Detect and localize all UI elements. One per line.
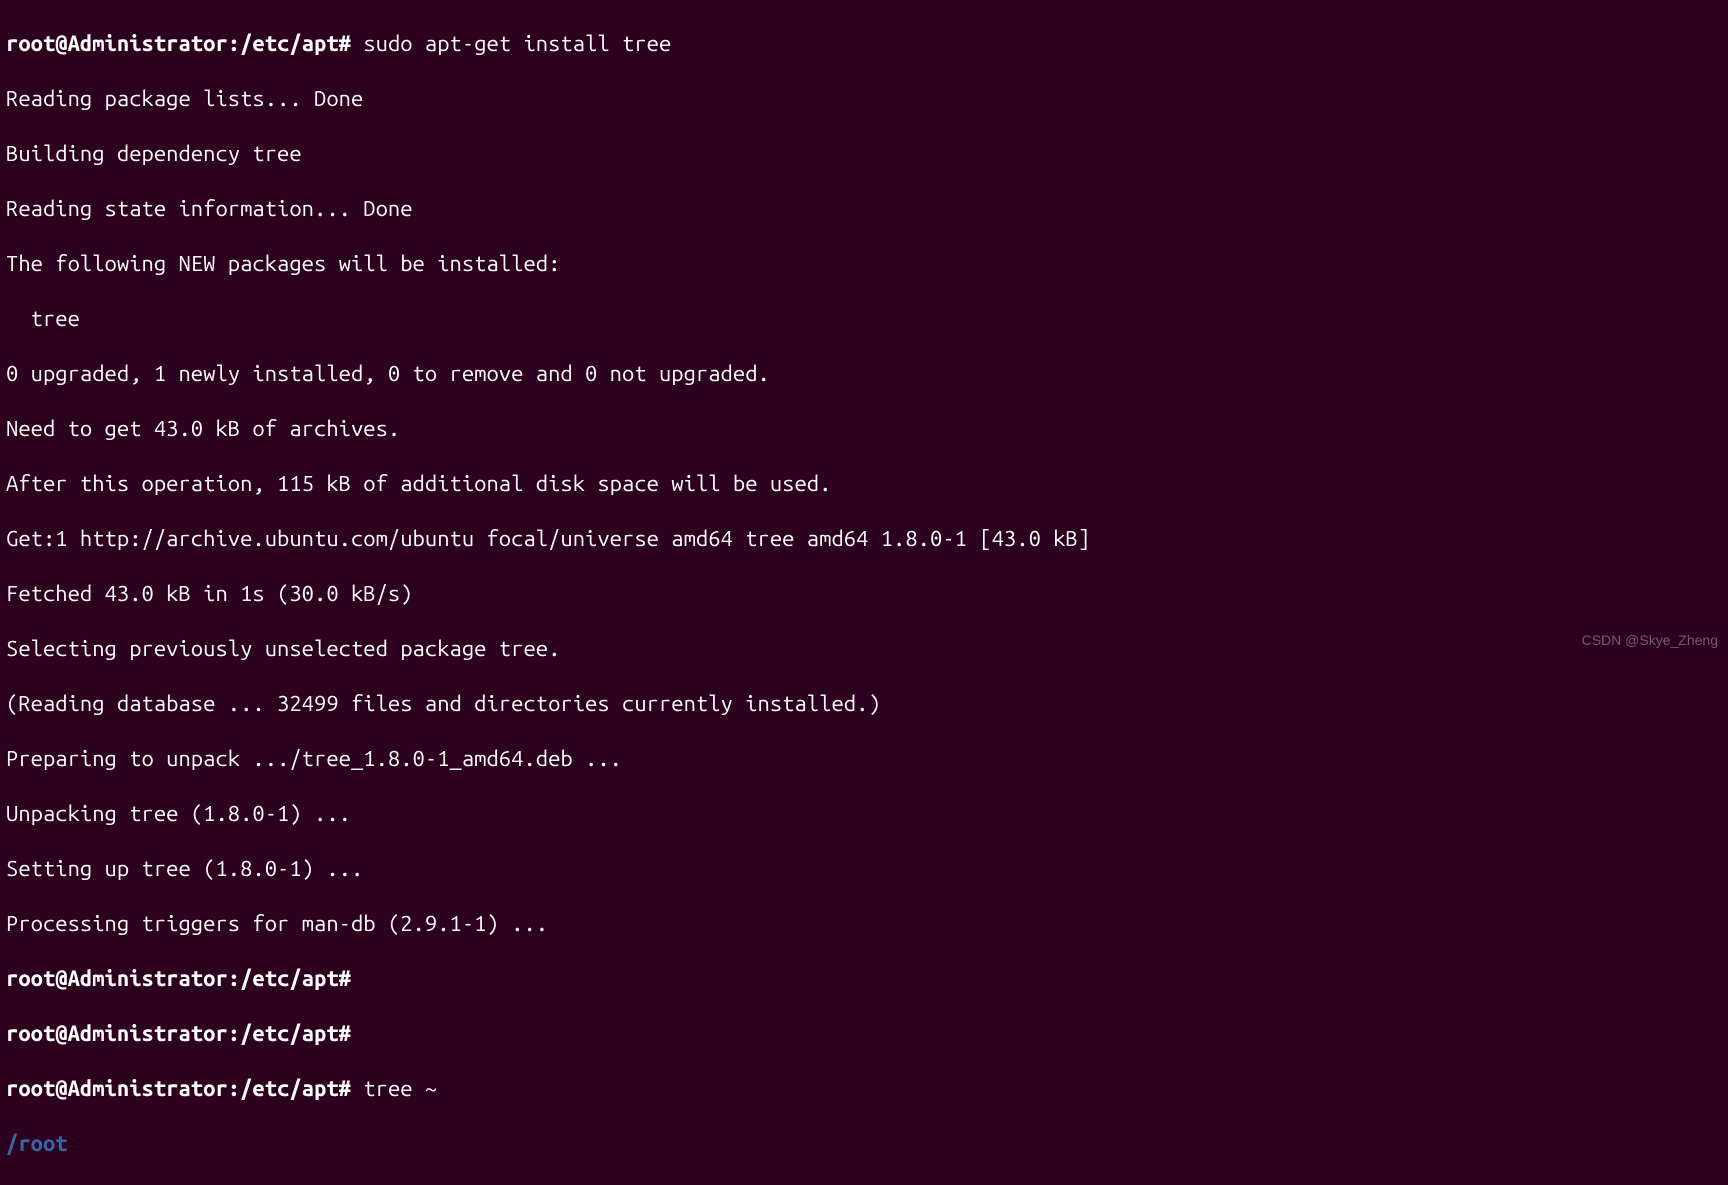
- prompt-user-host: root@Administrator: [6, 31, 228, 56]
- output-line: Setting up tree (1.8.0-1) ...: [6, 855, 1722, 883]
- command-text: tree ~: [363, 1076, 437, 1101]
- prompt-path: /etc/apt: [240, 966, 339, 991]
- output-line: Building dependency tree: [6, 140, 1722, 168]
- prompt-line-3: root@Administrator:/etc/apt#: [6, 1020, 1722, 1048]
- prompt-hash: #: [339, 31, 351, 56]
- prompt-line-2: root@Administrator:/etc/apt#: [6, 965, 1722, 993]
- prompt-line-4: root@Administrator:/etc/apt# tree ~: [6, 1075, 1722, 1103]
- output-line: Need to get 43.0 kB of archives.: [6, 415, 1722, 443]
- prompt-hash: #: [339, 1021, 351, 1046]
- prompt-user-host: root@Administrator: [6, 1021, 228, 1046]
- watermark-text: CSDN @Skye_Zheng: [1582, 632, 1718, 650]
- terminal-output[interactable]: root@Administrator:/etc/apt# sudo apt-ge…: [6, 2, 1722, 1185]
- prompt-sep: :: [228, 1021, 240, 1046]
- tree-root-dir: /root: [6, 1130, 1722, 1158]
- output-line: Selecting previously unselected package …: [6, 635, 1722, 663]
- prompt-path: /etc/apt: [240, 1076, 339, 1101]
- prompt-hash: #: [339, 966, 351, 991]
- output-line: Reading state information... Done: [6, 195, 1722, 223]
- output-line: tree: [6, 305, 1722, 333]
- output-line: Fetched 43.0 kB in 1s (30.0 kB/s): [6, 580, 1722, 608]
- prompt-path: /etc/apt: [240, 31, 339, 56]
- output-line: Unpacking tree (1.8.0-1) ...: [6, 800, 1722, 828]
- prompt-path: /etc/apt: [240, 1021, 339, 1046]
- prompt-sep: :: [228, 1076, 240, 1101]
- output-line: Get:1 http://archive.ubuntu.com/ubuntu f…: [6, 525, 1722, 553]
- output-line: 0 upgraded, 1 newly installed, 0 to remo…: [6, 360, 1722, 388]
- output-line: (Reading database ... 32499 files and di…: [6, 690, 1722, 718]
- prompt-user-host: root@Administrator: [6, 966, 228, 991]
- prompt-user-host: root@Administrator: [6, 1076, 228, 1101]
- prompt-sep: :: [228, 31, 240, 56]
- prompt-line-1: root@Administrator:/etc/apt# sudo apt-ge…: [6, 30, 1722, 58]
- prompt-sep: :: [228, 966, 240, 991]
- output-line: The following NEW packages will be insta…: [6, 250, 1722, 278]
- command-text: sudo apt-get install tree: [363, 31, 671, 56]
- output-line: Reading package lists... Done: [6, 85, 1722, 113]
- output-line: After this operation, 115 kB of addition…: [6, 470, 1722, 498]
- output-line: Processing triggers for man-db (2.9.1-1)…: [6, 910, 1722, 938]
- output-line: Preparing to unpack .../tree_1.8.0-1_amd…: [6, 745, 1722, 773]
- prompt-hash: #: [339, 1076, 351, 1101]
